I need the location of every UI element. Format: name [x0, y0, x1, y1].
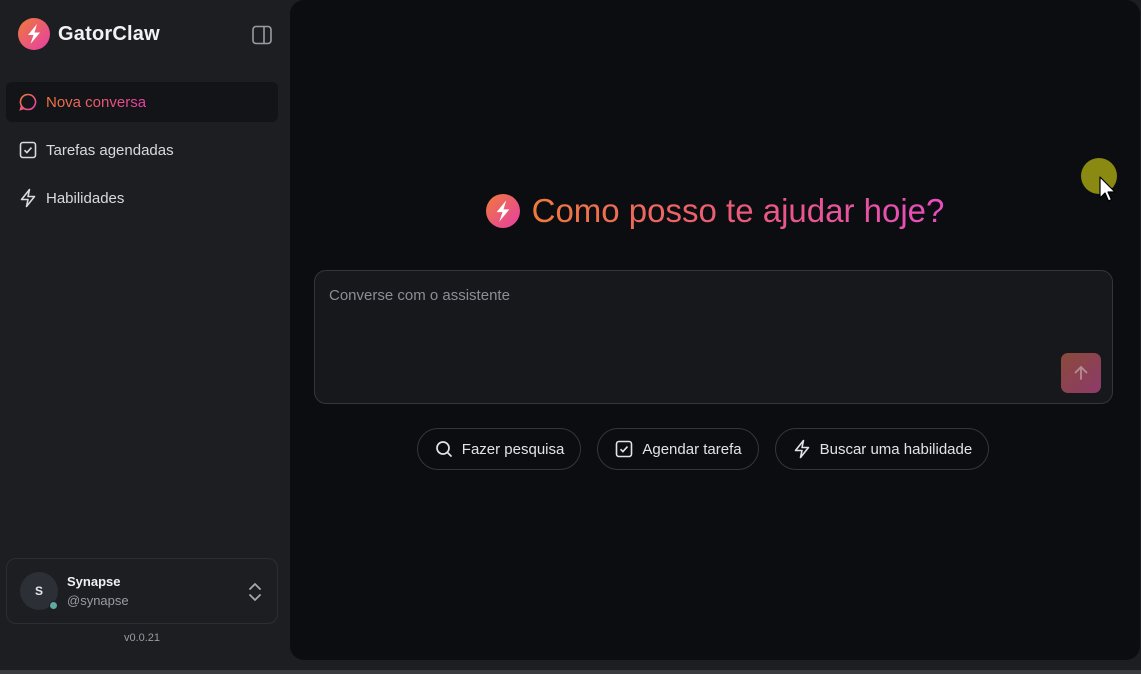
sidebar-item-label: Nova conversa — [46, 93, 147, 111]
search-icon — [434, 439, 454, 459]
sidebar-item-label: Habilidades — [46, 189, 125, 207]
avatar: S — [20, 572, 58, 610]
user-handle: @synapse — [67, 593, 129, 608]
online-status-dot — [49, 601, 58, 610]
chat-plus-icon — [18, 92, 38, 112]
suggestion-buscar-habilidade[interactable]: Buscar uma habilidade — [774, 428, 990, 470]
sidebar-toggle-button[interactable] — [250, 23, 274, 47]
sidebar-panel-icon — [252, 25, 272, 45]
brand[interactable]: GatorClaw — [18, 18, 160, 50]
chat-input[interactable] — [329, 287, 1029, 347]
user-name: Synapse — [67, 574, 121, 589]
user-account-switcher[interactable]: S Synapse @synapse — [6, 558, 278, 624]
main-panel: Como posso te ajudar hoje? Fazer pes — [290, 0, 1140, 660]
gatorclaw-logo-icon — [485, 194, 520, 228]
chip-label: Fazer pesquisa — [461, 440, 565, 458]
chip-label: Buscar uma habilidade — [819, 440, 973, 458]
lightning-icon — [792, 439, 812, 459]
suggestion-chips: Fazer pesquisa Agendar tarefa Buscar uma… — [290, 428, 1140, 470]
app-window: GatorClaw Nova conversa Tarefas agendada… — [0, 0, 1141, 674]
sidebar-item-label: Tarefas agendadas — [46, 141, 174, 159]
chip-label: Agendar tarefa — [642, 440, 742, 458]
user-info: Synapse @synapse — [67, 574, 129, 608]
checkbox-icon — [614, 439, 634, 459]
window-bottom-edge — [0, 670, 1141, 674]
arrow-up-icon — [1074, 366, 1088, 380]
avatar-initial: S — [34, 584, 43, 598]
page-title: Como posso te ajudar hoje? — [531, 192, 945, 229]
welcome-heading: Como posso te ajudar hoje? — [290, 192, 1140, 230]
mouse-cursor-icon — [1099, 176, 1116, 202]
chat-composer — [314, 270, 1113, 404]
sidebar-item-tarefas-agendadas[interactable]: Tarefas agendadas — [6, 130, 278, 170]
chevron-up-down-icon — [249, 583, 261, 601]
suggestion-agendar-tarefa[interactable]: Agendar tarefa — [597, 428, 759, 470]
gatorclaw-logo-icon — [18, 18, 50, 50]
app-version: v0.0.21 — [123, 632, 161, 644]
lightning-icon — [18, 188, 38, 208]
sidebar-item-nova-conversa[interactable]: Nova conversa — [6, 82, 278, 122]
brand-name: GatorClaw — [58, 22, 160, 45]
suggestion-fazer-pesquisa[interactable]: Fazer pesquisa — [416, 428, 582, 470]
sidebar: GatorClaw Nova conversa Tarefas agendada… — [0, 0, 290, 674]
send-button[interactable] — [1061, 353, 1101, 393]
sidebar-item-habilidades[interactable]: Habilidades — [6, 178, 278, 218]
sidebar-nav: Nova conversa Tarefas agendadas Habilida… — [6, 82, 278, 226]
checkbox-icon — [18, 140, 38, 160]
